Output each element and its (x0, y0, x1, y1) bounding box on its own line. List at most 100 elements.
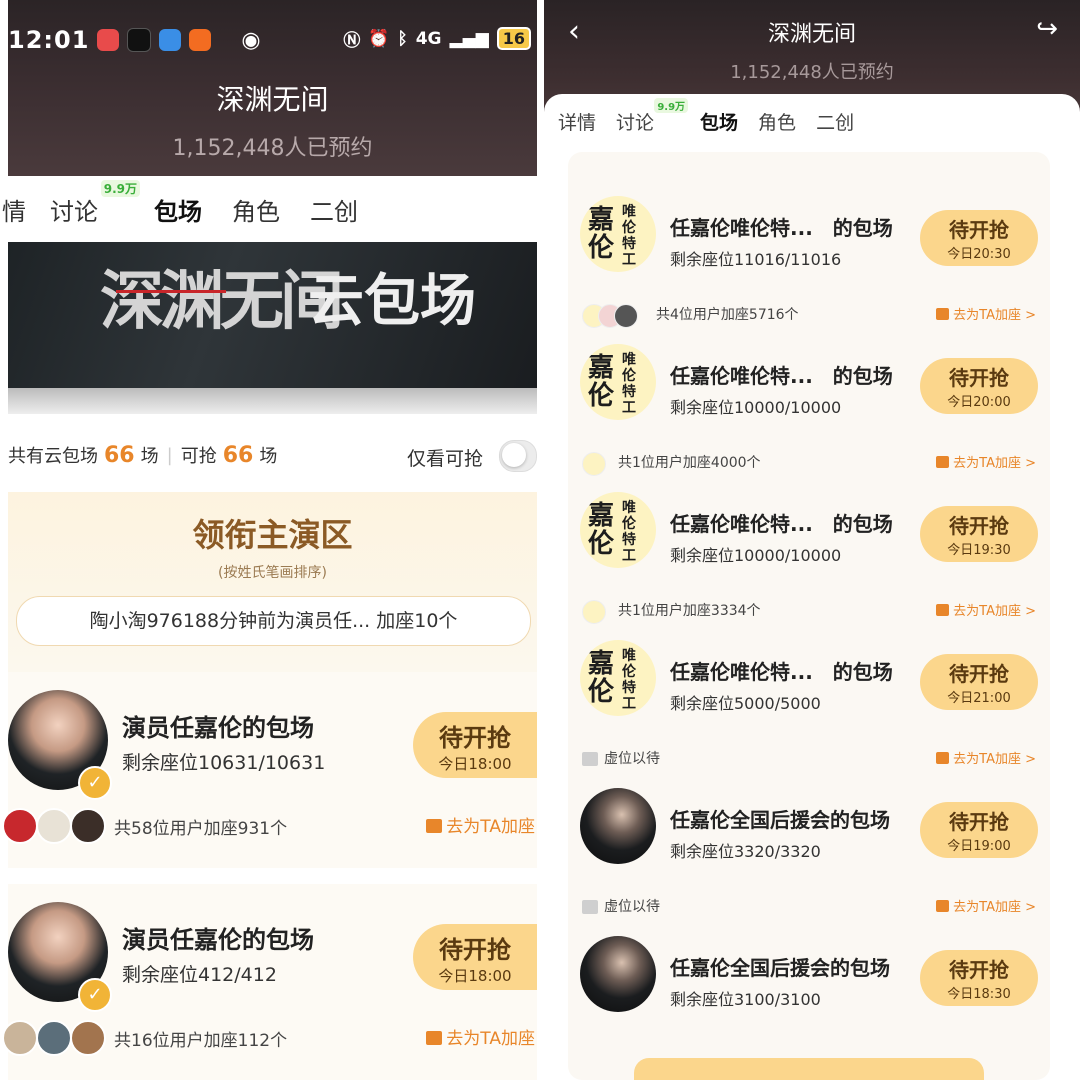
add-seat-label: 去为TA加座 (446, 1029, 535, 1049)
grab-button-time: 今日18:30 (947, 987, 1011, 1002)
total-label: 共有云包场 (8, 446, 98, 467)
booking-card[interactable]: 任嘉伦全国后援会的包场 剩余座位3100/3100 待开抢 今日18:30 (568, 892, 1050, 1040)
discussion-badge: 9.9万 (100, 179, 140, 197)
grab-button-label: 待开抢 (949, 662, 1009, 686)
tab-roles[interactable]: 角色 (758, 108, 796, 135)
grab-unit: 场 (259, 446, 278, 467)
booking-name: 任嘉伦唯伦特... 的包场 (670, 660, 893, 684)
tab-label: 讨论 (50, 197, 98, 226)
reservation-count: 1,152,448人已预约 (172, 136, 373, 161)
signal-icon: ▂▄▆ (449, 28, 489, 49)
grab-button-label: 待开抢 (949, 958, 1009, 982)
tab-fan-creations[interactable]: 二创 (310, 192, 358, 227)
battery-icon: 16 (496, 27, 531, 50)
user-avatar (70, 1020, 106, 1056)
right-screenshot: ‹ 深渊无间 ↪ 1,152,448人已预约 详情 讨论 9.9万 包场 角色 二… (544, 0, 1080, 1080)
gift-icon (426, 819, 443, 833)
booking-card[interactable]: 嘉伦唯伦特工 任嘉伦唯伦特... 的包场 剩余座位10000/10000 待开抢… (568, 448, 1050, 596)
booking-card[interactable]: 嘉伦唯伦特工 任嘉伦唯伦特... 的包场 剩余座位11016/11016 待开抢… (568, 152, 1050, 300)
nfc-icon: Ⓝ (343, 31, 361, 51)
app-notification-icon (159, 29, 182, 51)
grab-button[interactable]: 待开抢 今日18:00 (413, 712, 537, 778)
banner-caption: 云包场 (308, 269, 476, 334)
booking-list: 嘉伦唯伦特工 任嘉伦唯伦特... 的包场 剩余座位11016/11016 待开抢… (568, 152, 1050, 1080)
tab-discussion[interactable]: 讨论 9.9万 (616, 98, 689, 135)
remaining-seats: 剩余座位10000/10000 (670, 546, 842, 565)
tab-booking[interactable]: 包场 (154, 192, 202, 227)
booking-card[interactable]: ✓ 演员任嘉伦的包场 剩余座位412/412 待开抢 今日18:00 共16位用… (2, 884, 537, 1080)
tab-roles[interactable]: 角色 (232, 192, 280, 227)
user-avatar (2, 1020, 38, 1056)
grab-button[interactable]: 待开抢今日20:00 (920, 358, 1038, 414)
toggle-knob (502, 443, 526, 467)
verified-icon: ✓ (78, 766, 112, 800)
grab-button-time: 今日20:00 (947, 395, 1011, 410)
booking-name: 任嘉伦唯伦特... 的包场 (670, 512, 893, 536)
verified-icon: ✓ (78, 978, 112, 1012)
tab-fan-creations[interactable]: 二创 (816, 108, 854, 135)
section-title: 领衔主演区 (192, 516, 353, 554)
eye-icon: ◉ (241, 27, 261, 53)
activity-ticker: 陶小淘976188分钟前为演员任... 加座10个 (16, 596, 531, 646)
discussion-badge: 9.9万 (654, 98, 689, 113)
share-icon[interactable]: ↪ (1036, 14, 1058, 44)
grab-button[interactable]: 待开抢 今日19:30 (920, 506, 1038, 562)
remaining-seats: 剩余座位5000/5000 (670, 694, 821, 713)
tab-bar: 情 讨论 9.9万 包场 角色 二创 (2, 176, 537, 242)
tab-bar: 详情 讨论 9.9万 包场 角色 二创 (558, 98, 874, 135)
grab-button-time: 今日20:30 (947, 247, 1011, 262)
grab-button-time: 今日19:30 (947, 543, 1011, 558)
remaining-seats: 剩余座位10000/10000 (670, 398, 842, 417)
booking-card[interactable]: 嘉伦唯伦特工 任嘉伦唯伦特... 的包场 剩余座位10000/10000 待开抢… (568, 300, 1050, 448)
add-seat-link[interactable]: 去为TA加座 (426, 1024, 535, 1049)
user-avatar (36, 1020, 72, 1056)
grab-button[interactable]: 待开抢 今日20:30 (920, 210, 1038, 266)
fanclub-logo: 嘉伦唯伦特工 (580, 344, 656, 420)
grab-button[interactable]: 待开抢今日18:30 (920, 950, 1038, 1006)
tab-label: 讨论 (616, 112, 655, 134)
only-grabbable-toggle[interactable] (499, 440, 537, 472)
tab-discussion[interactable]: 讨论 9.9万 (50, 179, 140, 227)
tab-details[interactable]: 情 (2, 192, 26, 227)
booking-card[interactable]: ✓ 演员任嘉伦的包场 剩余座位10631/10631 待开抢 今日18:00 共… (2, 672, 537, 868)
booking-card[interactable]: 任嘉伦全国后援会的包场 剩余座位3320/3320 待开抢 今日19:00 (568, 744, 1050, 892)
bottom-action-bar[interactable] (634, 1058, 984, 1080)
tab-details[interactable]: 详情 (558, 108, 596, 135)
grab-button-label: 待开抢 (949, 366, 1009, 390)
booking-card[interactable]: 嘉伦唯伦特工 任嘉伦唯伦特... 的包场 剩余座位5000/5000 待开抢 今日… (568, 596, 1050, 744)
banner-accent-line (116, 290, 226, 293)
page-title: 深渊无间 (767, 22, 856, 47)
lead-actor-section: 领衔主演区 (按姓氏笔画排序) 陶小淘976188分钟前为演员任... 加座10… (8, 492, 537, 672)
booking-name: 任嘉伦全国后援会的包场 (670, 808, 890, 832)
add-seat-link[interactable]: 去为TA加座 (426, 812, 535, 837)
fanclub-logo: 嘉伦唯伦特工 (580, 196, 656, 272)
image-divider (537, 0, 544, 1080)
booking-name: 任嘉伦唯伦特... 的包场 (670, 216, 893, 240)
grab-button[interactable]: 待开抢 今日21:00 (920, 654, 1038, 710)
remaining-seats: 剩余座位10631/10631 (122, 752, 326, 774)
user-avatar (36, 808, 72, 844)
tab-booking[interactable]: 包场 (700, 108, 738, 135)
grab-button[interactable]: 待开抢 今日19:00 (920, 802, 1038, 858)
page-title: 深渊无间 (216, 83, 329, 116)
booking-name: 任嘉伦唯伦特... 的包场 (670, 364, 893, 388)
movie-header: 12:01 ◉ Ⓝ ⏰ ᛒ 4G ▂▄▆ 16 深渊无间 1,152,448人已… (8, 0, 537, 176)
booking-sheet: 详情 讨论 9.9万 包场 角色 二创 嘉伦唯伦特工 任嘉伦唯伦特... 的包场 … (544, 94, 1080, 1080)
add-seat-label: 去为TA加座 (446, 817, 535, 837)
remaining-seats: 剩余座位412/412 (122, 964, 277, 986)
bluetooth-icon: ᛒ (397, 28, 408, 49)
grab-button-time: 今日18:00 (438, 967, 512, 985)
remaining-seats: 剩余座位11016/11016 (670, 250, 842, 269)
grab-button-time: 今日18:00 (438, 755, 512, 773)
divider: | (166, 444, 173, 466)
tiktok-icon (127, 28, 152, 52)
booking-name: 演员任嘉伦的包场 (122, 714, 314, 742)
alarm-icon: ⏰ (368, 28, 390, 49)
remaining-seats: 剩余座位3320/3320 (670, 842, 821, 861)
fanclub-logo: 嘉伦唯伦特工 (580, 640, 656, 716)
grab-label: 可抢 (180, 446, 217, 467)
reservation-count: 1,152,448人已预约 (730, 62, 894, 83)
app-notification-icon (97, 29, 120, 51)
grab-button[interactable]: 待开抢 今日18:00 (413, 924, 537, 990)
cloud-booking-banner[interactable]: 深渊无间 云包场 (8, 242, 537, 388)
